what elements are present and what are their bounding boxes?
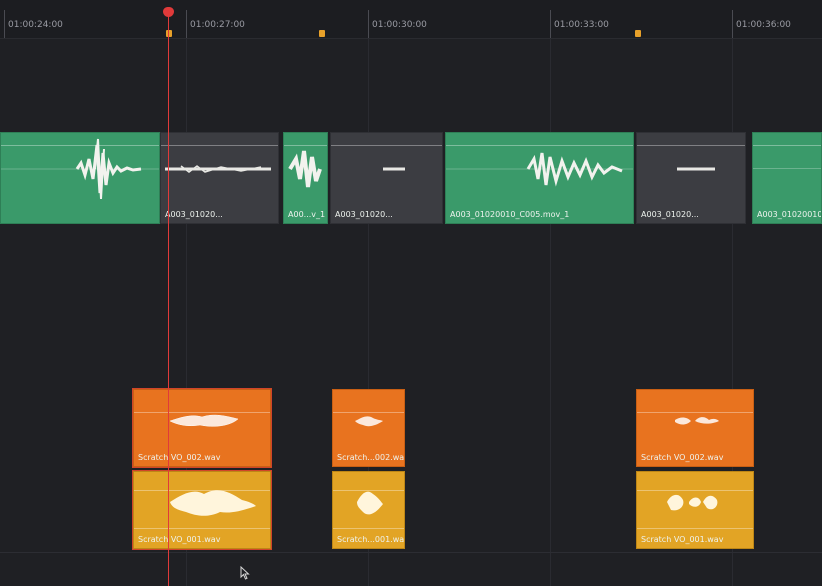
clip-label: A003_01020... <box>335 210 393 219</box>
ruler-timecode: 01:00:27:00 <box>190 20 245 30</box>
ruler-tick <box>4 10 5 38</box>
ruler-tick <box>732 10 733 38</box>
clip-label: A003_01020... <box>641 210 699 219</box>
ruler-timecode: 01:00:33:00 <box>554 20 609 30</box>
audio-track-2: Scratch VO_001.wav Scratch...001.wav Scr… <box>0 470 822 550</box>
clip-label: Scratch...002.wav <box>337 453 405 462</box>
timeline-ruler[interactable]: 01:00:24:00 01:00:27:00 01:00:30:00 01:0… <box>0 0 822 39</box>
ruler-timecode: 01:00:30:00 <box>372 20 427 30</box>
ruler-tick <box>368 10 369 38</box>
clip-label: Scratch VO_002.wav <box>138 453 221 462</box>
video-track-1: A003_01020... A00...v_1 A003_01020... A0… <box>0 132 822 224</box>
ruler-timecode: 01:00:24:00 <box>8 20 63 30</box>
audio-clip[interactable]: Scratch VO_002.wav <box>636 389 754 467</box>
timeline-marker[interactable] <box>635 30 641 37</box>
audio-track-1: Scratch VO_002.wav Scratch...002.wav Scr… <box>0 388 822 468</box>
clip-label: A003_01020010_C0 <box>757 210 822 219</box>
timeline-marker[interactable] <box>166 30 172 37</box>
timeline-marker[interactable] <box>319 30 325 37</box>
video-clip[interactable]: A003_01020... <box>160 132 279 224</box>
clip-center-line <box>753 168 821 169</box>
mouse-cursor-icon <box>240 566 250 580</box>
audio-clip[interactable]: Scratch VO_001.wav <box>636 471 754 549</box>
track-divider <box>0 552 822 553</box>
video-clip[interactable]: A003_01020010_C0 <box>752 132 822 224</box>
clip-label: Scratch VO_001.wav <box>641 535 724 544</box>
audio-clip[interactable]: Scratch VO_001.wav <box>132 470 272 550</box>
audio-clip[interactable]: Scratch VO_002.wav <box>132 388 272 468</box>
playhead-line[interactable] <box>168 9 169 586</box>
clip-label: Scratch VO_001.wav <box>138 535 221 544</box>
ruler-timecode: 01:00:36:00 <box>736 20 791 30</box>
ruler-tick <box>550 10 551 38</box>
audio-clip[interactable]: Scratch...002.wav <box>332 389 405 467</box>
clip-level-line <box>753 145 821 146</box>
clip-label: A003_01020010_C005.mov_1 <box>450 210 570 219</box>
waveform <box>1 138 159 200</box>
clip-label: A003_01020... <box>165 210 223 219</box>
ruler-tick <box>186 10 187 38</box>
clip-label: A00...v_1 <box>288 210 326 219</box>
clip-label: Scratch...001.wav <box>337 535 405 544</box>
clip-label: Scratch VO_002.wav <box>641 453 724 462</box>
video-clip[interactable]: A003_01020010_C005.mov_1 <box>445 132 634 224</box>
video-clip[interactable]: A003_01020... <box>636 132 746 224</box>
video-clip[interactable]: A003_01020... <box>330 132 443 224</box>
video-clip[interactable] <box>0 132 160 224</box>
audio-clip[interactable]: Scratch...001.wav <box>332 471 405 549</box>
video-clip[interactable]: A00...v_1 <box>283 132 328 224</box>
